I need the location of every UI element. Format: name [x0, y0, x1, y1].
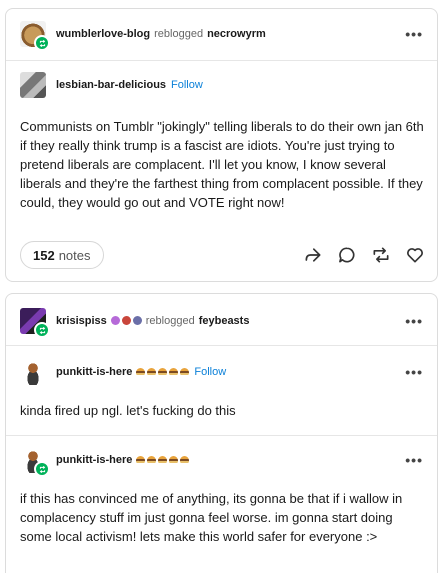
more-icon[interactable]: •••	[405, 313, 423, 329]
reblogged-from-name[interactable]: necrowyrm	[207, 28, 266, 40]
notes-button[interactable]: 152 notes	[20, 241, 104, 269]
post-header: punkitt-is-here Follow •••	[6, 359, 437, 385]
reblogged-from-name[interactable]: feybeasts	[199, 315, 250, 327]
post-body: Communists on Tumblr "jokingly" telling …	[20, 119, 424, 210]
reply-icon[interactable]	[337, 245, 357, 265]
poster-avatar[interactable]	[20, 72, 46, 98]
post-card: krisispiss reblogged feybeasts ••• punki…	[5, 293, 438, 573]
author-name[interactable]: punkitt-is-here	[56, 454, 132, 466]
badge-icon	[121, 316, 131, 326]
notes-label: notes	[58, 247, 91, 263]
divider	[6, 435, 437, 436]
post-body: kinda fired up ngl. let's fucking do thi…	[20, 403, 236, 418]
poster-name[interactable]: lesbian-bar-delicious	[56, 79, 166, 91]
divider	[6, 60, 437, 61]
badge-icon	[110, 316, 120, 326]
post-card: wumblerlove-blog reblogged necrowyrm •••…	[5, 8, 438, 282]
reblogged-label: reblogged	[145, 315, 195, 327]
post-actions	[303, 245, 425, 265]
burger-emoji-icon	[134, 451, 190, 469]
badge-icon	[132, 316, 142, 326]
more-icon[interactable]: •••	[405, 364, 423, 380]
author-avatar[interactable]	[20, 447, 50, 477]
reblog-header: wumblerlove-blog reblogged necrowyrm •••	[6, 21, 437, 51]
follow-button[interactable]: Follow	[171, 79, 203, 91]
reblogged-label: reblogged	[154, 28, 204, 40]
divider	[6, 345, 437, 346]
reblogger-avatar[interactable]	[20, 21, 50, 51]
post-header: lesbian-bar-delicious Follow	[6, 72, 437, 98]
burger-emoji-icon	[134, 363, 190, 381]
author-name[interactable]: punkitt-is-here	[56, 366, 132, 378]
share-icon[interactable]	[303, 245, 323, 265]
more-icon[interactable]: •••	[405, 26, 423, 42]
follow-button[interactable]: Follow	[194, 366, 226, 378]
reblogger-avatar[interactable]	[20, 308, 50, 338]
author-avatar[interactable]	[20, 359, 46, 385]
more-icon[interactable]: •••	[405, 452, 423, 468]
reblogger-name[interactable]: wumblerlove-blog	[56, 28, 150, 40]
notes-count: 152	[33, 247, 55, 263]
post-body: if this has convinced me of anything, it…	[20, 491, 403, 544]
reblog-icon[interactable]	[371, 245, 391, 265]
reblog-badge-icon	[34, 35, 50, 51]
reblogger-name[interactable]: krisispiss	[56, 315, 107, 327]
like-icon[interactable]	[405, 245, 425, 265]
reblog-badge-icon	[34, 461, 50, 477]
post-header: punkitt-is-here •••	[6, 447, 437, 477]
reblog-header: krisispiss reblogged feybeasts •••	[6, 308, 437, 338]
reblog-badge-icon	[34, 322, 50, 338]
user-badges	[109, 312, 142, 330]
